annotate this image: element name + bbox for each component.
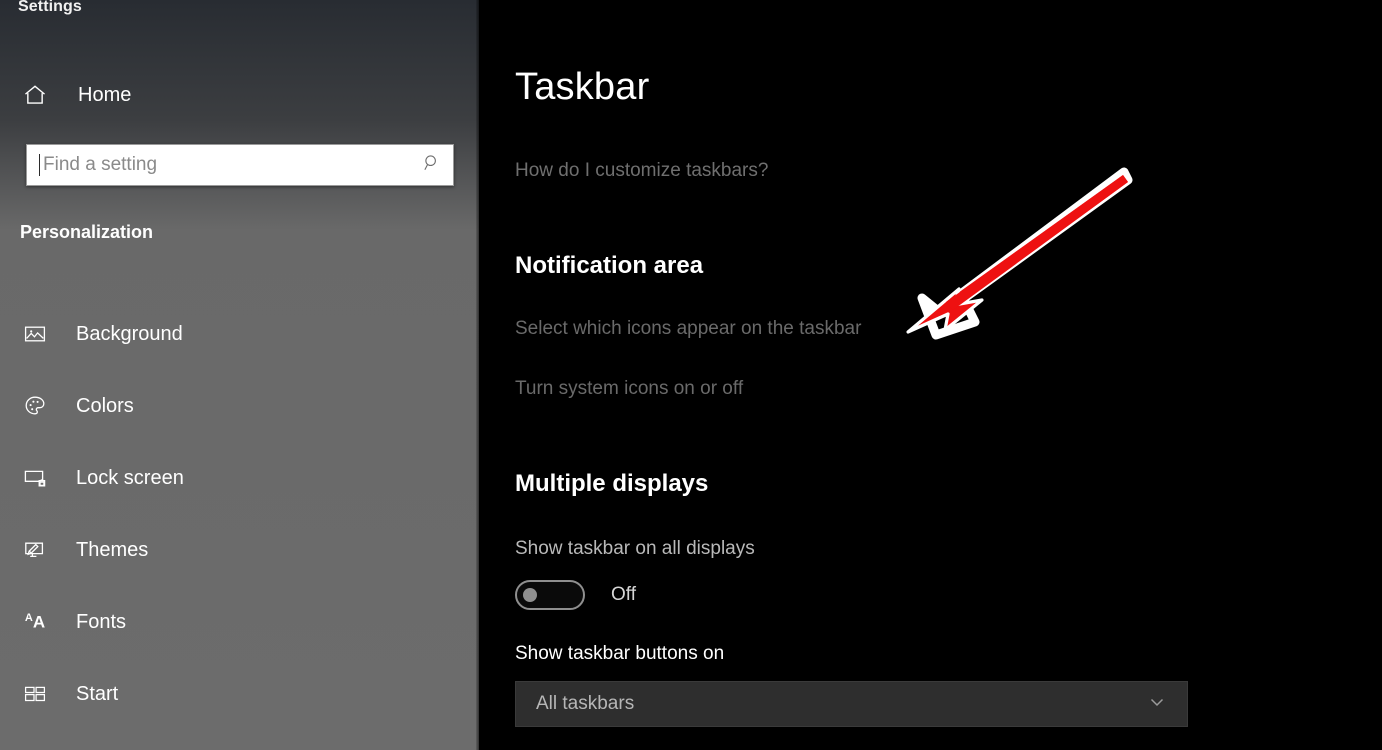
- sidebar-item-background-label: Background: [76, 322, 183, 345]
- sidebar-item-taskbar[interactable]: Taskbar: [0, 730, 479, 750]
- label-show-taskbar-on-all-displays: Show taskbar on all displays: [515, 538, 755, 559]
- chevron-down-icon[interactable]: [1145, 690, 1169, 719]
- toggle-show-taskbar-all-displays[interactable]: [515, 580, 585, 610]
- sidebar-item-themes[interactable]: Themes: [0, 514, 479, 586]
- sidebar-item-lock-screen[interactable]: Lock screen: [0, 442, 479, 514]
- search-box[interactable]: [26, 144, 454, 186]
- fonts-aa-icon: AA: [24, 612, 46, 632]
- monitor-brush-icon: [22, 537, 48, 563]
- sidebar-item-fonts[interactable]: AA Fonts: [0, 586, 479, 658]
- sidebar-category-label: Personalization: [20, 222, 154, 242]
- settings-window: Settings Home Personalization: [0, 0, 1382, 750]
- label-show-taskbar-buttons-on: Show taskbar buttons on: [515, 643, 725, 664]
- monitor-lock-icon: [22, 465, 48, 491]
- sidebar-nav-list: Background Colors Lock screen Themes AA …: [0, 298, 479, 750]
- palette-icon: [22, 393, 48, 419]
- link-select-which-icons[interactable]: Select which icons appear on the taskbar: [515, 318, 861, 340]
- toggle-state-label: Off: [611, 584, 636, 605]
- sidebar-item-start[interactable]: Start: [0, 658, 479, 730]
- sidebar-item-fonts-label: Fonts: [76, 610, 127, 633]
- sidebar-item-home-label: Home: [78, 83, 132, 106]
- toggle-row-show-taskbar-all-displays: Off: [515, 580, 636, 610]
- sidebar-item-start-label: Start: [76, 682, 119, 705]
- section-heading-notification-area: Notification area: [515, 252, 704, 279]
- section-heading-multiple-displays: Multiple displays: [515, 470, 709, 497]
- sidebar-item-colors-label: Colors: [76, 394, 134, 417]
- sidebar-item-lock-screen-label: Lock screen: [76, 466, 184, 489]
- search-input[interactable]: [43, 154, 415, 176]
- sidebar-item-background[interactable]: Background: [0, 298, 479, 370]
- sidebar: Settings Home Personalization: [0, 0, 479, 750]
- search-icon[interactable]: [421, 152, 443, 179]
- page-title: Taskbar: [515, 66, 650, 108]
- dropdown-selected-value: All taskbars: [536, 693, 635, 714]
- help-link-customize-taskbars[interactable]: How do I customize taskbars?: [515, 160, 768, 182]
- main-content: Taskbar How do I customize taskbars? Not…: [479, 0, 1382, 750]
- text-caret: [39, 154, 40, 176]
- sidebar-item-themes-label: Themes: [76, 538, 149, 561]
- sidebar-item-colors[interactable]: Colors: [0, 370, 479, 442]
- dropdown-show-taskbar-buttons-on[interactable]: All taskbars: [515, 681, 1188, 727]
- start-tiles-icon: [22, 681, 48, 707]
- image-icon: [22, 321, 48, 347]
- home-icon: [22, 82, 48, 108]
- link-turn-system-icons[interactable]: Turn system icons on or off: [515, 378, 743, 400]
- window-title: Settings: [18, 0, 82, 15]
- toggle-knob: [523, 588, 537, 602]
- sidebar-item-home[interactable]: Home: [14, 76, 139, 114]
